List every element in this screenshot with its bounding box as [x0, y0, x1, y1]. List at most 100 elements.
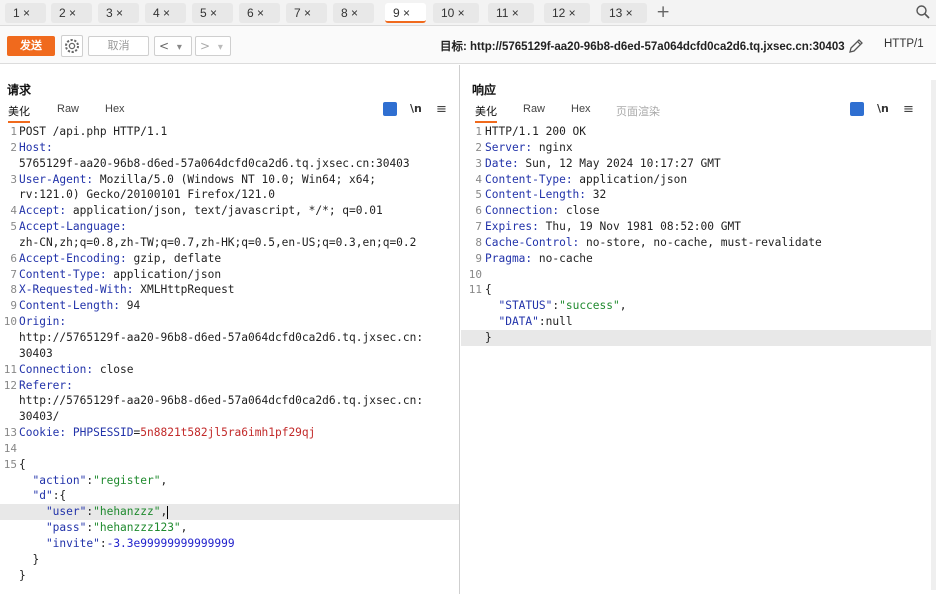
edit-target-pencil-icon[interactable] — [846, 36, 866, 56]
code-token: { — [19, 457, 26, 471]
code-token: Expires: — [485, 220, 539, 234]
code-token: Cookie: — [19, 426, 67, 440]
tab-13[interactable]: 13 × — [601, 3, 647, 23]
tab-strip: 1 × 2 × 3 × 4 × 5 × 6 × 7 × 8 × 9 × 10 ×… — [0, 0, 936, 26]
code-text: { — [485, 282, 492, 298]
response-panel: 响应 美化 Raw Hex 页面渲染 \n ≡ 1 HTTP/1.1 200 OK… — [461, 65, 936, 594]
response-actions-icon[interactable] — [850, 102, 864, 116]
response-tab-hex[interactable]: Hex — [571, 103, 591, 115]
gear-icon — [65, 39, 79, 53]
code-line: "pass":"hehanzzz123", — [0, 520, 459, 536]
forward-button[interactable]: > ▾ — [195, 36, 231, 56]
code-token: Accept: — [19, 204, 67, 218]
http-version-selector[interactable]: HTTP/1 — [884, 38, 924, 50]
text-cursor — [167, 505, 169, 519]
line-number: 14 — [3, 441, 17, 455]
code-text: Accept-Language: — [19, 219, 127, 235]
request-editor[interactable]: 1 POST /api.php HTTP/1.1 2 Host: 5765129f-aa… — [0, 124, 459, 583]
back-button[interactable]: < ▾ — [154, 36, 192, 56]
send-button[interactable]: 发送 — [7, 36, 55, 56]
response-newline-toggle-icon[interactable]: \n — [877, 102, 889, 115]
tab-1[interactable]: 1 × — [5, 3, 46, 23]
request-menu-icon[interactable]: ≡ — [436, 102, 447, 117]
tab-6[interactable]: 6 × — [239, 3, 280, 23]
code-line: 3 Date: Sun, 12 May 2024 10:17:27 GMT — [461, 156, 936, 172]
vertical-scrollbar[interactable] — [931, 80, 936, 590]
code-token: 5765129f-aa20-96b8-d6ed-57a064dcfd0ca2d6… — [19, 156, 410, 170]
tab-4[interactable]: 4 × — [145, 3, 186, 23]
code-line: 12 Referer: — [0, 378, 459, 394]
code-token: Host: — [19, 140, 53, 154]
code-token: rv:121.0) Gecko/20100101 Firefox/121.0 — [19, 188, 275, 202]
code-text: 5765129f-aa20-96b8-d6ed-57a064dcfd0ca2d6… — [19, 156, 410, 172]
code-token: application/json, text/javascript, */*; … — [66, 204, 383, 218]
tab-12[interactable]: 12 × — [544, 3, 590, 23]
tab-2[interactable]: 2 × — [51, 3, 92, 23]
code-text: Date: Sun, 12 May 2024 10:17:27 GMT — [485, 156, 721, 172]
tab-9[interactable]: 9 × — [385, 3, 426, 23]
code-token: Connection: — [485, 204, 560, 218]
request-tab-hex[interactable]: Hex — [105, 103, 125, 115]
line-number: 9 — [10, 299, 17, 313]
back-dropdown-icon[interactable]: ▾ — [177, 42, 182, 53]
code-token: User-Agent: — [19, 172, 94, 186]
response-viewer[interactable]: 1 HTTP/1.1 200 OK 2 Server: nginx 3 Date: Sun… — [461, 124, 936, 346]
tab-3[interactable]: 3 × — [98, 3, 139, 23]
line-number: 15 — [3, 457, 17, 471]
code-text: 30403/ — [19, 409, 59, 425]
code-token: Thu, 19 Nov 1981 08:52:00 GMT — [538, 220, 741, 234]
code-text: 30403 — [19, 346, 53, 362]
settings-button[interactable] — [61, 35, 83, 57]
code-token: 94 — [120, 299, 141, 313]
code-line: rv:121.0) Gecko/20100101 Firefox/121.0 — [0, 187, 459, 203]
code-line: } — [461, 329, 936, 346]
tab-8[interactable]: 8 × — [333, 3, 374, 23]
code-text: Cookie: PHPSESSID=5n8821t582jl5ra6imh1pf… — [19, 425, 315, 441]
code-text: { — [19, 457, 26, 473]
code-token: Accept-Language: — [19, 220, 127, 234]
tab-7[interactable]: 7 × — [286, 3, 327, 23]
code-line: 10 — [461, 267, 936, 283]
code-text: Host: — [19, 140, 53, 156]
code-line: 2 Server: nginx — [461, 140, 936, 156]
tab-11[interactable]: 11 × — [488, 3, 534, 23]
code-line: 10 Origin: — [0, 314, 459, 330]
response-menu-icon[interactable]: ≡ — [903, 102, 914, 117]
response-tab-render[interactable]: 页面渲染 — [616, 103, 660, 119]
code-token: "invite" — [19, 536, 100, 550]
code-line: 5 Accept-Language: — [0, 219, 459, 235]
response-tab-raw[interactable]: Raw — [523, 103, 545, 115]
code-line: zh-CN,zh;q=0.8,zh-TW;q=0.7,zh-HK;q=0.5,e… — [0, 235, 459, 251]
code-token: application/json — [106, 267, 222, 281]
forward-dropdown-icon[interactable]: ▾ — [218, 42, 223, 53]
request-newline-toggle-icon[interactable]: \n — [410, 102, 422, 115]
line-number: 10 — [468, 267, 482, 281]
line-number: 4 — [10, 204, 17, 218]
line-number: 7 — [475, 220, 482, 234]
code-line: 1 HTTP/1.1 200 OK — [461, 124, 936, 140]
tab-5[interactable]: 5 × — [192, 3, 233, 23]
code-line: 4 Accept: application/json, text/javascri… — [0, 203, 459, 219]
request-actions-icon[interactable] — [383, 102, 397, 116]
line-number: 6 — [10, 251, 17, 265]
code-text: POST /api.php HTTP/1.1 — [19, 124, 167, 140]
code-token: Server: — [485, 140, 533, 154]
search-icon[interactable] — [915, 4, 931, 20]
code-token: 30403/ — [19, 410, 60, 424]
tab-10[interactable]: 10 × — [433, 3, 479, 23]
target-url: 目标: http://5765129f-aa20-96b8-d6ed-57a06… — [440, 41, 845, 53]
code-token: Accept-Encoding: — [19, 251, 127, 265]
code-token: http://5765129f-aa20-96b8-d6ed-57a064dcf… — [19, 330, 424, 344]
response-tab-pretty[interactable]: 美化 — [475, 103, 497, 123]
line-number: 10 — [3, 315, 17, 329]
cancel-button[interactable]: 取消 — [88, 36, 149, 56]
back-arrow-icon: < — [159, 39, 170, 53]
code-token: Content-Type: — [485, 172, 573, 186]
forward-arrow-icon: > — [200, 39, 211, 53]
new-tab-plus-icon[interactable]: + — [656, 2, 670, 22]
code-token: application/json — [572, 172, 688, 186]
request-tab-pretty[interactable]: 美化 — [8, 103, 30, 123]
code-text: Content-Length: 94 — [19, 298, 140, 314]
request-tab-raw[interactable]: Raw — [57, 103, 79, 115]
code-token: -3.3e99999999999999 — [106, 536, 235, 550]
